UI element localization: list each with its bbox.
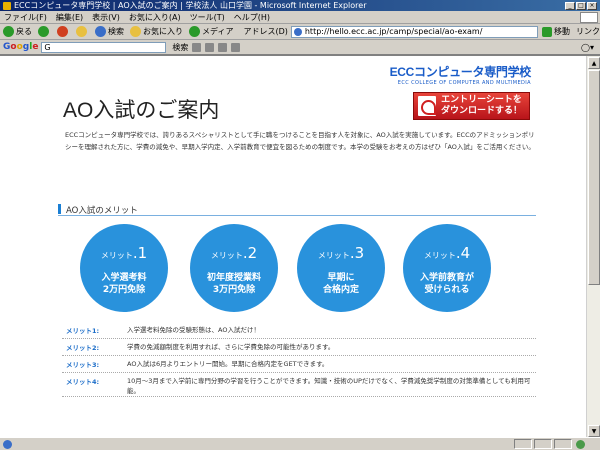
menu-file[interactable]: ファイル(F) [4,12,47,23]
home-button[interactable] [76,26,89,37]
bookmark-icon[interactable] [205,42,215,52]
menu-help[interactable]: ヘルプ(H) [234,12,270,23]
highlight-icon[interactable] [231,42,241,52]
title-bar: ECCコンピュータ専門学校 | AO入試のご案内 | 学校法人 山口学園 - M… [0,0,600,11]
address-label: アドレス(D) [243,27,288,36]
entry-button-line2: ダウンロードする！ [441,106,523,116]
browser-viewport: ECCコンピュータ専門学校 ECC COLLEGE OF COMPUTER AN… [0,55,600,437]
merit-detail-list: メリット1: 入学選考料免除の受験形態は、AO入試だけ！ メリット2: 学費の免… [62,322,536,397]
merit-detail-text: AO入試は6月よりエントリー開始。早期に合格内定をGETできます。 [127,360,329,368]
menu-bar: ファイル(F) 編集(E) 表示(V) お気に入り(A) ツール(T) ヘルプ(… [0,11,600,24]
google-toolbar: Google G 検索 ◯▾ [0,40,600,55]
merit-detail-text: 学費の免減額制度を利用すれば、さらに学費免除の可能性があります。 [127,343,335,351]
maximize-button[interactable]: □ [576,1,586,10]
popup-blocker-icon[interactable] [218,42,228,52]
close-button[interactable]: × [587,1,597,10]
merit-detail-row: メリット3: AO入試は6月よりエントリー開始。早期に合格内定をGETできます。 [62,356,536,373]
google-logo: Google [3,42,39,52]
entry-button-line1: エントリーシートを [441,95,522,105]
menu-tools[interactable]: ツール(T) [190,12,225,23]
go-arrow-icon [542,26,552,37]
media-icon [189,26,200,37]
google-search-button[interactable]: 検索 [172,42,188,53]
merit-detail-row: メリット4: 10月〜3月まで入学前に専門分野の学習を行うことができます。知識・… [62,373,536,397]
stop-icon [57,26,68,37]
school-logo[interactable]: ECCコンピュータ専門学校 ECC COLLEGE OF COMPUTER AN… [390,63,532,86]
entry-sheet-download-button[interactable]: エントリーシートを ダウンロードする！ [413,92,530,120]
back-button[interactable]: 戻る [3,26,32,37]
merit-circle-4: メリット.4 入学前教育が 受けられる [403,224,491,312]
internet-zone [576,439,600,449]
search-icon [95,26,106,37]
section-heading: AO入試のメリット [58,204,536,216]
merit-detail-key: メリット3: [66,361,100,369]
status-bar [0,437,600,450]
intro-text: ECCコンピュータ専門学校では、誇りあるスペシャリストとして手に職をつけることを… [65,131,535,151]
page-title: AO入試のご案内 [63,99,220,122]
home-icon [76,26,87,37]
page-icon [293,27,302,36]
section-marker [58,204,61,214]
menu-favorites[interactable]: お気に入り(A) [129,12,181,23]
minimize-button[interactable]: _ [565,1,575,10]
merit-detail-key: メリット4: [66,378,100,386]
page-status-icon [3,439,12,449]
menu-edit[interactable]: 編集(E) [56,12,83,23]
merit-circle-1: メリット.1 入学選考料 2万円免除 [80,224,168,312]
google-search-input[interactable]: G [41,41,167,53]
merit-detail-row: メリット2: 学費の免減額制度を利用すれば、さらに学費免除の可能性があります。 [62,339,536,356]
merit-circle-2: メリット.2 初年度授業料 3万円免除 [190,224,278,312]
forward-arrow-icon [38,26,49,37]
status-cell [534,439,552,449]
merit-circle-3: メリット.3 早期に 合格内定 [297,224,385,312]
merit-detail-row: メリット1: 入学選考料免除の受験形態は、AO入試だけ！ [62,322,536,339]
star-icon [130,26,141,37]
go-button[interactable]: 移動 [542,26,570,37]
windows-logo-icon [580,11,598,23]
address-bar[interactable]: http://hello.ecc.ac.jp/camp/special/ao-e… [290,25,538,38]
stop-button[interactable] [57,26,70,37]
search-button[interactable]: 検索 [95,26,124,37]
internet-zone-icon [576,439,585,449]
scroll-up-arrow-icon[interactable]: ▲ [588,57,600,69]
menu-view[interactable]: 表示(V) [92,12,120,23]
status-cell [514,439,532,449]
web-page: ECCコンピュータ専門学校 ECC COLLEGE OF COMPUTER AN… [0,56,586,437]
toolbar: 戻る 検索 お気に入り メディア アドレス(D) http://hello.ec… [0,24,600,40]
back-arrow-icon [3,26,14,37]
links-button[interactable]: リンク [576,26,600,37]
favorites-button[interactable]: お気に入り [130,26,183,37]
merit-detail-text: 10月〜3月まで入学前に専門分野の学習を行うことができます。知識・技術のUPだけ… [127,377,531,395]
vertical-scrollbar[interactable]: ▲ ▼ [586,56,600,437]
merit-detail-key: メリット2: [66,344,100,352]
scroll-down-arrow-icon[interactable]: ▼ [588,425,600,437]
ie-app-icon [3,1,11,10]
scrollbar-thumb[interactable] [588,70,600,285]
window-title: ECCコンピュータ専門学校 | AO入試のご案内 | 学校法人 山口学園 - M… [14,1,367,10]
section-title: AO入試のメリット [66,206,138,216]
merit-detail-text: 入学選考料免除の受験形態は、AO入試だけ！ [127,326,260,334]
status-cell [554,439,572,449]
address-url: http://hello.ecc.ac.jp/camp/special/ao-e… [304,27,483,36]
forward-button[interactable] [38,26,51,37]
merit-detail-key: メリット1: [66,327,100,335]
pdf-icon [418,96,436,116]
google-settings-icon[interactable]: ◯▾ [581,43,594,52]
pagerank-icon[interactable] [192,42,202,52]
media-button[interactable]: メディア [189,26,233,37]
